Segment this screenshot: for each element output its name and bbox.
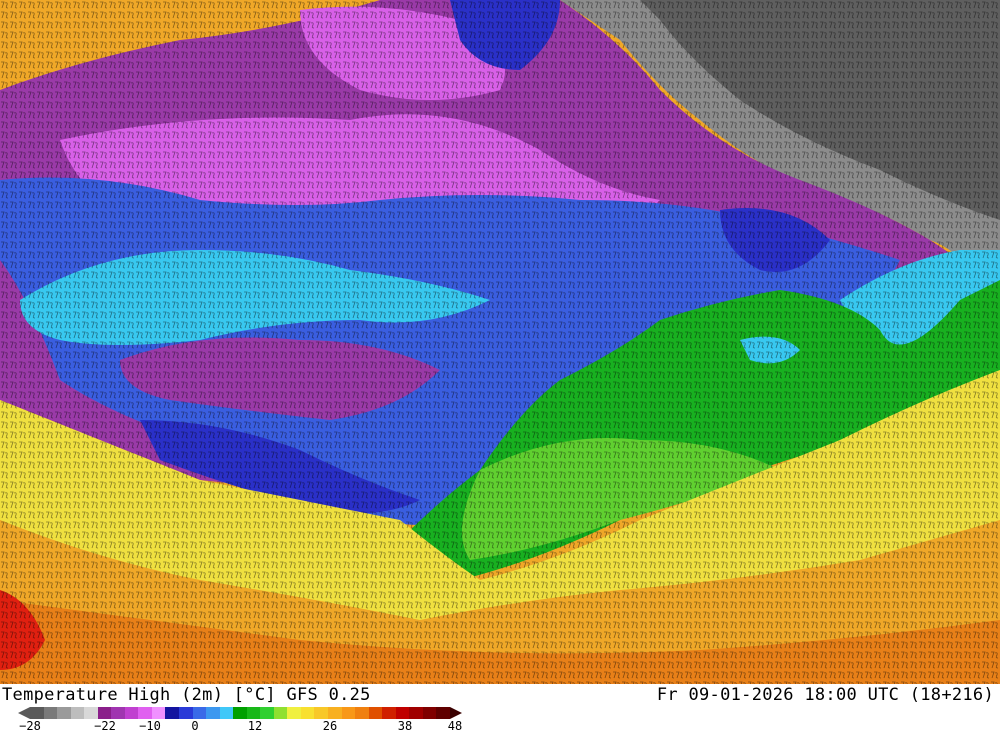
colorbar-swatch [70,707,85,719]
colorbar-tick-label: 12 [247,719,263,733]
colorbar-swatch [314,707,329,719]
colorbar-swatch [30,707,44,719]
colorbar-swatch [355,707,369,719]
colorbar-arrow-left [18,707,30,719]
colorbar-tick-label: 0 [191,719,199,733]
colorbar-tick-label: −28 [19,719,41,733]
colorbar-swatch [43,707,58,719]
colorbar-tick-label: 48 [447,719,463,733]
colorbar-swatch [273,707,288,719]
colorbar-swatch [138,707,152,719]
colorbar-swatch [124,707,139,719]
colorbar-swatch [233,707,247,719]
colorbar-swatch [206,707,220,719]
colorbar-swatch [84,707,98,719]
colorbar-tick-label: −22 [94,719,116,733]
colorbar-swatch [368,707,383,719]
colorbar-swatch [382,707,396,719]
temperature-map [0,0,1000,684]
colorbar-swatch [328,707,342,719]
colorbar-swatch [179,707,193,719]
map-footer: Temperature High (2m) [°C] GFS 0.25 Fr 0… [0,684,1000,733]
colorbar-swatch [409,707,423,719]
colorbar-swatch [422,707,437,719]
colorbar-swatch [151,707,166,719]
colorbar-tick-label: 26 [322,719,338,733]
colorbar-tick-label: −10 [139,719,161,733]
colorbar-swatch [287,707,301,719]
map-title: Temperature High (2m) [°C] GFS 0.25 [2,685,371,705]
colorbar-tick-label: 38 [397,719,413,733]
map-timestamp: Fr 09-01-2026 18:00 UTC (18+216) [656,685,994,705]
colorbar-swatch [57,707,71,719]
colorbar-swatch [97,707,112,719]
colorbar-swatch [165,707,180,719]
colorbar-swatch [192,707,207,719]
colorbar-swatch [300,707,315,719]
colorbar [30,707,450,719]
colorbar-swatch [111,707,125,719]
colorbar-swatch [395,707,410,719]
colorbar-swatch [436,707,450,719]
colorbar-arrow-right [450,707,462,719]
colorbar-swatch [246,707,261,719]
temperature-digit-overlay [0,0,1000,684]
colorbar-swatch [341,707,356,719]
colorbar-swatch [219,707,234,719]
colorbar-swatch [260,707,274,719]
